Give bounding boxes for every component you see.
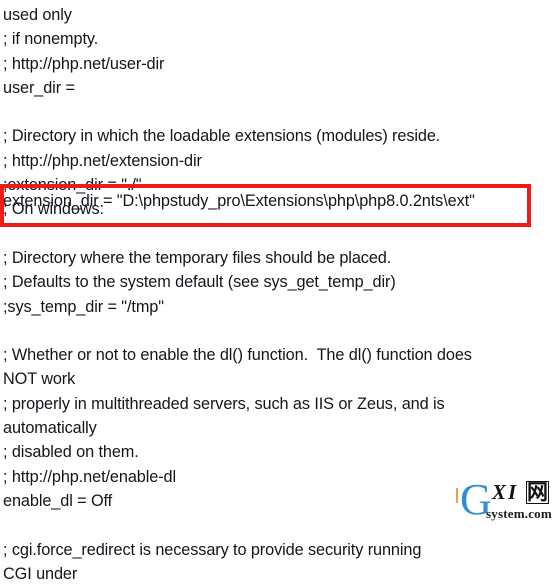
watermark: G XI 网 system.com	[456, 478, 552, 525]
config-line: ; if nonempty.	[3, 30, 99, 49]
config-line: ; http://php.net/extension-dir	[3, 151, 202, 170]
watermark-tick-icon	[456, 488, 458, 503]
config-line: ; Directory in which the loadable extens…	[3, 127, 441, 146]
config-line: used only	[3, 6, 72, 24]
config-line: ; Defaults to the system default (see sy…	[3, 273, 396, 292]
config-line: ; properly in multithreaded servers, suc…	[3, 394, 445, 413]
screenshot-canvas: used only ; if nonempty. ; http://php.ne…	[0, 0, 552, 583]
config-line: ; http://php.net/user-dir	[3, 54, 165, 73]
config-line: CGI under	[3, 564, 78, 583]
config-line: ;sys_temp_dir = "/tmp"	[3, 297, 164, 316]
config-line: ; Whether or not to enable the dl() func…	[3, 346, 472, 365]
config-line-highlight-spacer	[3, 222, 552, 246]
config-line: ; cgi.force_redirect is necessary to pro…	[3, 540, 422, 559]
config-line: NOT work	[3, 370, 76, 389]
config-line-blank	[3, 100, 552, 124]
config-line: user_dir =	[3, 78, 75, 97]
extension-dir-line: extension_dir = "D:\phpstudy_pro\Extensi…	[3, 192, 475, 210]
config-line: ; disabled on them.	[3, 443, 139, 462]
config-line: ; Directory where the temporary files sh…	[3, 248, 392, 267]
watermark-letters-xi: XI	[492, 480, 519, 504]
watermark-cjk-char: 网	[526, 481, 549, 504]
watermark-domain: system.com	[486, 506, 552, 521]
config-line: automatically	[3, 419, 97, 438]
config-line-blank	[3, 319, 552, 343]
